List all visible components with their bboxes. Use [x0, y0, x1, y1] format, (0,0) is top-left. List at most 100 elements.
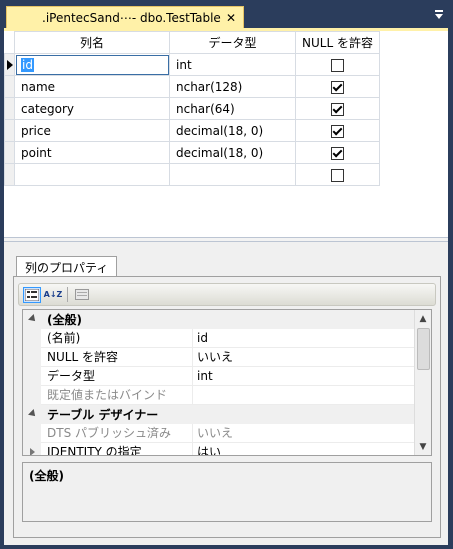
scroll-up-icon[interactable]: ▲: [415, 310, 431, 327]
property-row-default-value[interactable]: 既定値またはバインド: [23, 386, 431, 405]
row-selector[interactable]: [4, 119, 15, 142]
allow-null-cell[interactable]: [295, 53, 380, 76]
data-type-cell[interactable]: nchar(64): [169, 97, 296, 120]
property-name: (名前): [41, 329, 193, 348]
row-selector[interactable]: [4, 97, 15, 120]
category-label: (全般): [47, 313, 82, 327]
property-row-identity[interactable]: IDENTITY の指定 はい: [23, 443, 431, 455]
data-type-cell[interactable]: decimal(18, 0): [169, 119, 296, 142]
alphabetical-sort-button[interactable]: A↓Z: [43, 287, 63, 303]
property-grid: (全般) (名前) id NULL を許容 いいえ データ型 int 既定値また…: [22, 309, 432, 456]
property-value[interactable]: id: [193, 329, 431, 348]
scroll-thumb[interactable]: [417, 328, 430, 370]
data-type-header: データ型: [169, 31, 296, 54]
table-row[interactable]: point decimal(18, 0): [4, 141, 380, 164]
column-grid: 列名 データ型 NULL を許容 id int name nchar(128) …: [4, 31, 380, 186]
data-type-cell[interactable]: [169, 163, 296, 186]
allow-null-checkbox[interactable]: [330, 80, 344, 94]
gutter: [23, 405, 41, 424]
row-selector[interactable]: [4, 141, 15, 164]
allow-null-cell[interactable]: [295, 97, 380, 120]
property-name: 既定値またはバインド: [41, 386, 193, 405]
property-name: IDENTITY の指定: [41, 443, 193, 455]
close-icon[interactable]: ✕: [223, 11, 239, 25]
gutter: [23, 367, 41, 386]
property-value[interactable]: はい: [193, 443, 431, 455]
column-name-cell[interactable]: point: [14, 141, 170, 164]
table-row-new[interactable]: [4, 163, 380, 186]
allow-null-checkbox[interactable]: [330, 124, 344, 138]
property-pages-button[interactable]: [73, 287, 91, 303]
gutter: [23, 348, 41, 367]
property-row-allow-null[interactable]: NULL を許容 いいえ: [23, 348, 431, 367]
row-selector[interactable]: [4, 53, 15, 76]
tab-column-properties[interactable]: 列のプロパティ: [16, 256, 118, 277]
column-name-cell[interactable]: id: [14, 53, 170, 76]
property-name: NULL を許容: [41, 348, 193, 367]
column-name-cell[interactable]: price: [14, 119, 170, 142]
allow-null-cell[interactable]: [295, 163, 380, 186]
gutter: [23, 329, 41, 348]
column-name-header: 列名: [14, 31, 170, 54]
document-tab-title: .iPentecSand⋯- dbo.TestTable: [42, 10, 221, 25]
description-title: (全般): [29, 469, 64, 483]
allow-null-checkbox[interactable]: [330, 58, 344, 72]
grid-header-row: 列名 データ型 NULL を許容: [4, 31, 380, 54]
gutter: [23, 386, 41, 405]
table-row[interactable]: price decimal(18, 0): [4, 119, 380, 142]
tab-dropdown-icon[interactable]: [433, 9, 445, 21]
collapsed-icon[interactable]: [30, 448, 35, 455]
categorized-view-button[interactable]: [23, 286, 41, 303]
row-selector[interactable]: [4, 75, 15, 98]
property-row-dts-published[interactable]: DTS パブリッシュ済み いいえ: [23, 424, 431, 443]
expanded-icon[interactable]: [28, 314, 38, 324]
column-name-cell[interactable]: [14, 163, 170, 186]
column-name-cell[interactable]: name: [14, 75, 170, 98]
scroll-down-icon[interactable]: ▼: [415, 438, 431, 455]
property-pages-icon: [75, 289, 89, 300]
document-tab-strip: .iPentecSand⋯- dbo.TestTable ✕: [0, 0, 453, 28]
row-header-corner: [4, 31, 15, 54]
category-general[interactable]: (全般): [23, 310, 431, 329]
allow-null-checkbox[interactable]: [330, 146, 344, 160]
allow-null-cell[interactable]: [295, 141, 380, 164]
property-row-name[interactable]: (名前) id: [23, 329, 431, 348]
property-value[interactable]: [193, 386, 431, 405]
data-type-cell[interactable]: decimal(18, 0): [169, 141, 296, 164]
current-row-arrow-icon: [7, 60, 13, 70]
table-row[interactable]: id int: [4, 53, 380, 76]
gutter: [23, 310, 41, 329]
sort-alpha-icon: A↓Z: [43, 290, 63, 299]
data-type-cell[interactable]: int: [169, 53, 296, 76]
table-row[interactable]: name nchar(128): [4, 75, 380, 98]
property-description-panel: (全般): [22, 462, 432, 522]
gutter: [23, 443, 41, 455]
allow-null-checkbox[interactable]: [330, 168, 344, 182]
category-table-designer[interactable]: テーブル デザイナー: [23, 405, 431, 424]
properties-frame: A↓Z (全般) (名前) id NULL を許容 いいえ データ型 int 既…: [13, 276, 441, 538]
table-row[interactable]: category nchar(64): [4, 97, 380, 120]
column-name-cell[interactable]: category: [14, 97, 170, 120]
property-grid-scrollbar[interactable]: ▲ ▼: [414, 310, 431, 455]
property-row-data-type[interactable]: データ型 int: [23, 367, 431, 386]
property-name: DTS パブリッシュ済み: [41, 424, 193, 443]
property-value[interactable]: いいえ: [193, 348, 431, 367]
property-value[interactable]: いいえ: [193, 424, 431, 443]
allow-null-checkbox[interactable]: [330, 102, 344, 116]
allow-null-cell[interactable]: [295, 119, 380, 142]
expanded-icon[interactable]: [28, 409, 38, 419]
row-selector[interactable]: [4, 163, 15, 186]
categorized-icon: [25, 288, 39, 301]
property-name: データ型: [41, 367, 193, 386]
toolbar-separator: [67, 287, 68, 302]
properties-toolbar: A↓Z: [18, 283, 436, 306]
data-type-cell[interactable]: nchar(128): [169, 75, 296, 98]
allow-null-header: NULL を許容: [295, 31, 380, 54]
column-name-text: id: [21, 57, 34, 72]
table-designer-grid: 列名 データ型 NULL を許容 id int name nchar(128) …: [4, 31, 448, 237]
document-tab[interactable]: .iPentecSand⋯- dbo.TestTable ✕: [6, 6, 244, 28]
allow-null-cell[interactable]: [295, 75, 380, 98]
property-value[interactable]: int: [193, 367, 431, 386]
category-label: テーブル デザイナー: [47, 408, 159, 422]
gutter: [23, 424, 41, 443]
